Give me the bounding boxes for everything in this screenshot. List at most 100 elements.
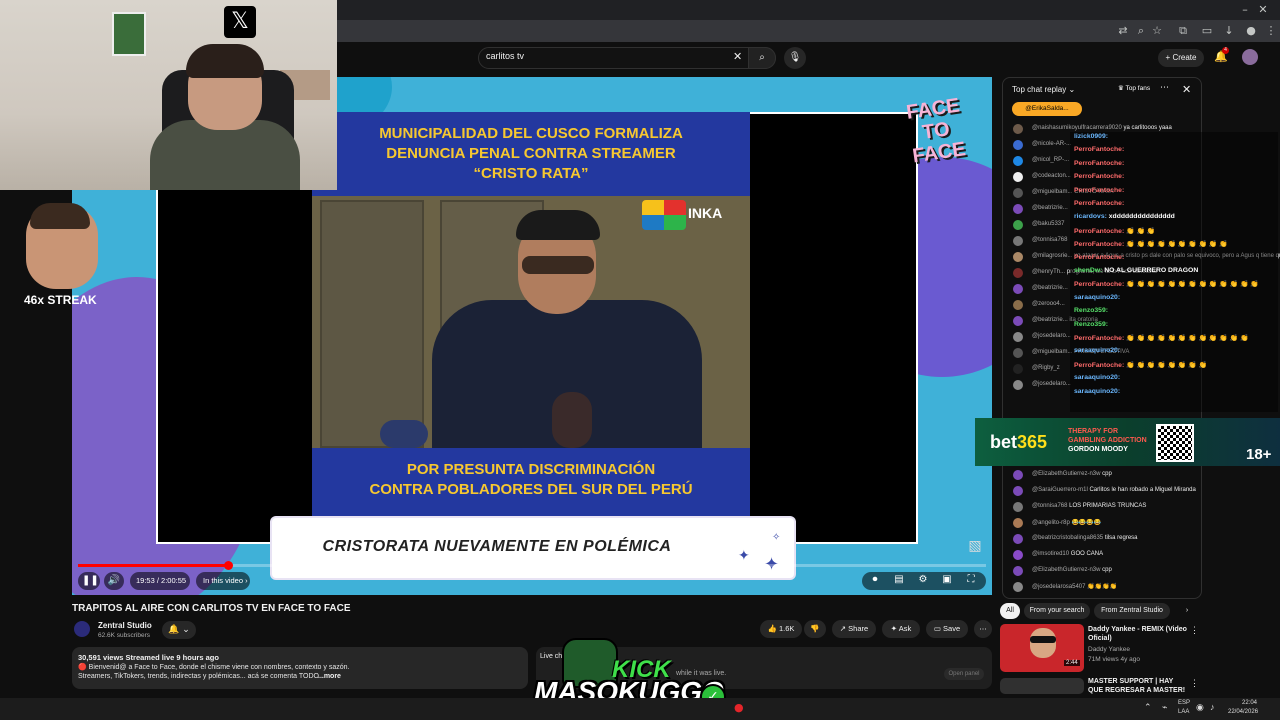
zoom-icon[interactable]: ⌕ <box>1134 24 1148 38</box>
sidepanel-icon[interactable]: ▭ <box>1200 24 1214 38</box>
chat-username[interactable]: @beatrizrie... <box>1032 317 1068 323</box>
chat-avatar[interactable] <box>1013 470 1023 480</box>
chat-avatar[interactable] <box>1013 316 1023 326</box>
chat-avatar[interactable] <box>1013 566 1023 576</box>
lang-code[interactable]: ESP <box>1178 700 1190 706</box>
search-clear-icon[interactable]: ✕ <box>733 50 742 63</box>
chat-avatar[interactable] <box>1013 582 1023 592</box>
chat-avatar[interactable] <box>1013 220 1023 230</box>
chat-username[interactable]: @milagrosrie... <box>1032 253 1072 259</box>
chip-from-channel[interactable]: From Zentral Studio <box>1094 603 1170 619</box>
pinned-fan-chip[interactable]: @ErikaSalda... <box>1012 102 1082 116</box>
dislike-button[interactable]: 👎 <box>804 620 826 638</box>
progress-scrubber[interactable] <box>223 561 233 570</box>
rec-title[interactable]: Daddy Yankee - REMIX (Video Oficial) <box>1088 625 1188 643</box>
chat-avatar[interactable] <box>1013 518 1023 528</box>
chat-username[interactable]: @Rigby_z <box>1032 365 1060 371</box>
rec-menu-icon[interactable]: ⋮ <box>1190 625 1199 636</box>
autoplay-toggle-icon[interactable]: ⏺ <box>868 574 882 585</box>
ask-button[interactable]: ✦ Ask <box>882 620 920 638</box>
share-button[interactable]: ↗ Share <box>832 620 876 638</box>
chat-avatar[interactable] <box>1013 486 1023 496</box>
chat-avatar[interactable] <box>1013 252 1023 262</box>
extensions-icon[interactable]: ⧉ <box>1176 24 1190 38</box>
chip-all[interactable]: All <box>1000 603 1020 619</box>
miniplayer-icon[interactable]: ▣ <box>940 574 954 585</box>
like-button[interactable]: 👍 1.6K <box>760 620 802 638</box>
taskbar-app-icon[interactable]: ● <box>734 701 744 714</box>
chat-avatar[interactable] <box>1013 204 1023 214</box>
chat-avatar[interactable] <box>1013 332 1023 342</box>
chat-avatar[interactable] <box>1013 380 1023 390</box>
speaker-icon[interactable]: ♪ <box>1210 702 1215 712</box>
chat-username[interactable]: @SaraiGuerrero-m1l <box>1032 487 1088 493</box>
chat-username[interactable]: @beatrizrie... <box>1032 205 1068 211</box>
chat-username[interactable]: @beatrizrie... <box>1032 285 1068 291</box>
download-icon[interactable]: ↓ <box>1222 24 1236 38</box>
bookmark-star-icon[interactable]: ☆ <box>1150 24 1164 38</box>
chat-username[interactable]: @nicole-AR-... <box>1032 141 1071 147</box>
chat-username[interactable]: @zerooo4... <box>1032 301 1065 307</box>
volume-button[interactable]: 🔊 <box>104 572 124 590</box>
chat-username[interactable]: @beatrizcristobalinga8635 <box>1032 535 1103 541</box>
chat-avatar[interactable] <box>1013 156 1023 166</box>
chat-avatar[interactable] <box>1013 236 1023 246</box>
close-window-icon[interactable]: ✕ <box>1256 3 1270 17</box>
create-button[interactable]: + Create <box>1158 49 1204 67</box>
chat-username[interactable]: @nicol_RP-... <box>1032 157 1069 163</box>
chat-username[interactable]: @ElizabethGutierrez-n3w <box>1032 567 1100 573</box>
chat-username[interactable]: @miguelbam... <box>1032 349 1072 355</box>
chat-username[interactable]: @josedelarosa5407 <box>1032 584 1085 590</box>
chat-username[interactable]: @henryTh... <box>1032 269 1065 275</box>
chat-avatar[interactable] <box>1013 364 1023 374</box>
search-button[interactable]: ⌕ <box>748 47 776 69</box>
channel-avatar[interactable] <box>74 621 90 637</box>
channel-name[interactable]: Zentral Studio <box>98 621 152 630</box>
chat-username[interactable]: @baku5337 <box>1032 221 1064 227</box>
chat-username[interactable]: @josedelaro... <box>1032 381 1071 387</box>
chat-username[interactable]: @miguelbam... <box>1032 189 1072 195</box>
rec-menu-icon[interactable]: ⋮ <box>1190 678 1199 689</box>
play-pause-button[interactable]: ❚❚ <box>78 572 100 590</box>
browser-menu-icon[interactable]: ⋮ <box>1264 24 1278 38</box>
tray-expand-icon[interactable]: ⌃ <box>1144 702 1152 713</box>
more-actions-button[interactable]: ⋯ <box>974 620 992 638</box>
translate-icon[interactable]: ⇄ <box>1116 24 1130 38</box>
channel-watermark-icon[interactable]: ▧ <box>968 538 982 554</box>
save-button[interactable]: ▭ Save <box>926 620 968 638</box>
settings-gear-icon[interactable]: ⚙ <box>916 574 930 585</box>
chat-avatar[interactable] <box>1013 534 1023 544</box>
chat-username[interactable]: @imsotired10 <box>1032 551 1069 557</box>
open-panel-button[interactable]: Open panel <box>944 668 984 680</box>
account-avatar[interactable] <box>1242 49 1258 65</box>
profile-icon[interactable]: ● <box>1244 24 1258 38</box>
chip-from-search[interactable]: From your search <box>1024 603 1090 619</box>
chat-mode-dropdown[interactable]: Top chat replay ⌄ <box>1012 85 1075 94</box>
wifi-icon[interactable]: ◉ <box>1196 702 1204 713</box>
fullscreen-icon[interactable]: ⛶ <box>964 574 978 585</box>
chat-avatar[interactable] <box>1013 284 1023 294</box>
chat-avatar[interactable] <box>1013 502 1023 512</box>
minimize-icon[interactable]: – <box>1238 3 1252 17</box>
search-input[interactable]: carlitos tv <box>486 51 524 61</box>
chat-username[interactable]: @ElizabethGutierrez-n3w <box>1032 471 1100 477</box>
chat-menu-icon[interactable]: ⋯ <box>1160 83 1169 93</box>
captions-icon[interactable]: ▤ <box>892 574 906 585</box>
chat-avatar[interactable] <box>1013 124 1023 134</box>
rec-thumbnail[interactable] <box>1000 678 1084 694</box>
chat-username[interactable]: @tonnisa768 <box>1032 237 1067 243</box>
chat-avatar[interactable] <box>1013 172 1023 182</box>
clock-time[interactable]: 22:04 <box>1242 700 1257 706</box>
top-fans-button[interactable]: ♛ Top fans <box>1118 84 1150 92</box>
chat-avatar[interactable] <box>1013 268 1023 278</box>
chat-username[interactable]: @tonnisa768 <box>1032 503 1067 509</box>
chat-username[interactable]: @angelito-r8p <box>1032 520 1070 526</box>
chat-username[interactable]: @naishasumikoyulfracarrera9020 <box>1032 125 1122 131</box>
chat-close-icon[interactable]: ✕ <box>1182 83 1191 96</box>
chat-avatar[interactable] <box>1013 300 1023 310</box>
voice-search-icon[interactable]: 🎙 <box>784 47 806 69</box>
network-icon[interactable]: ⌁ <box>1162 702 1167 713</box>
chat-avatar[interactable] <box>1013 550 1023 560</box>
chat-username[interactable]: @codeacton... <box>1032 173 1071 179</box>
subscribed-bell-button[interactable]: 🔔 ⌄ <box>162 621 196 639</box>
